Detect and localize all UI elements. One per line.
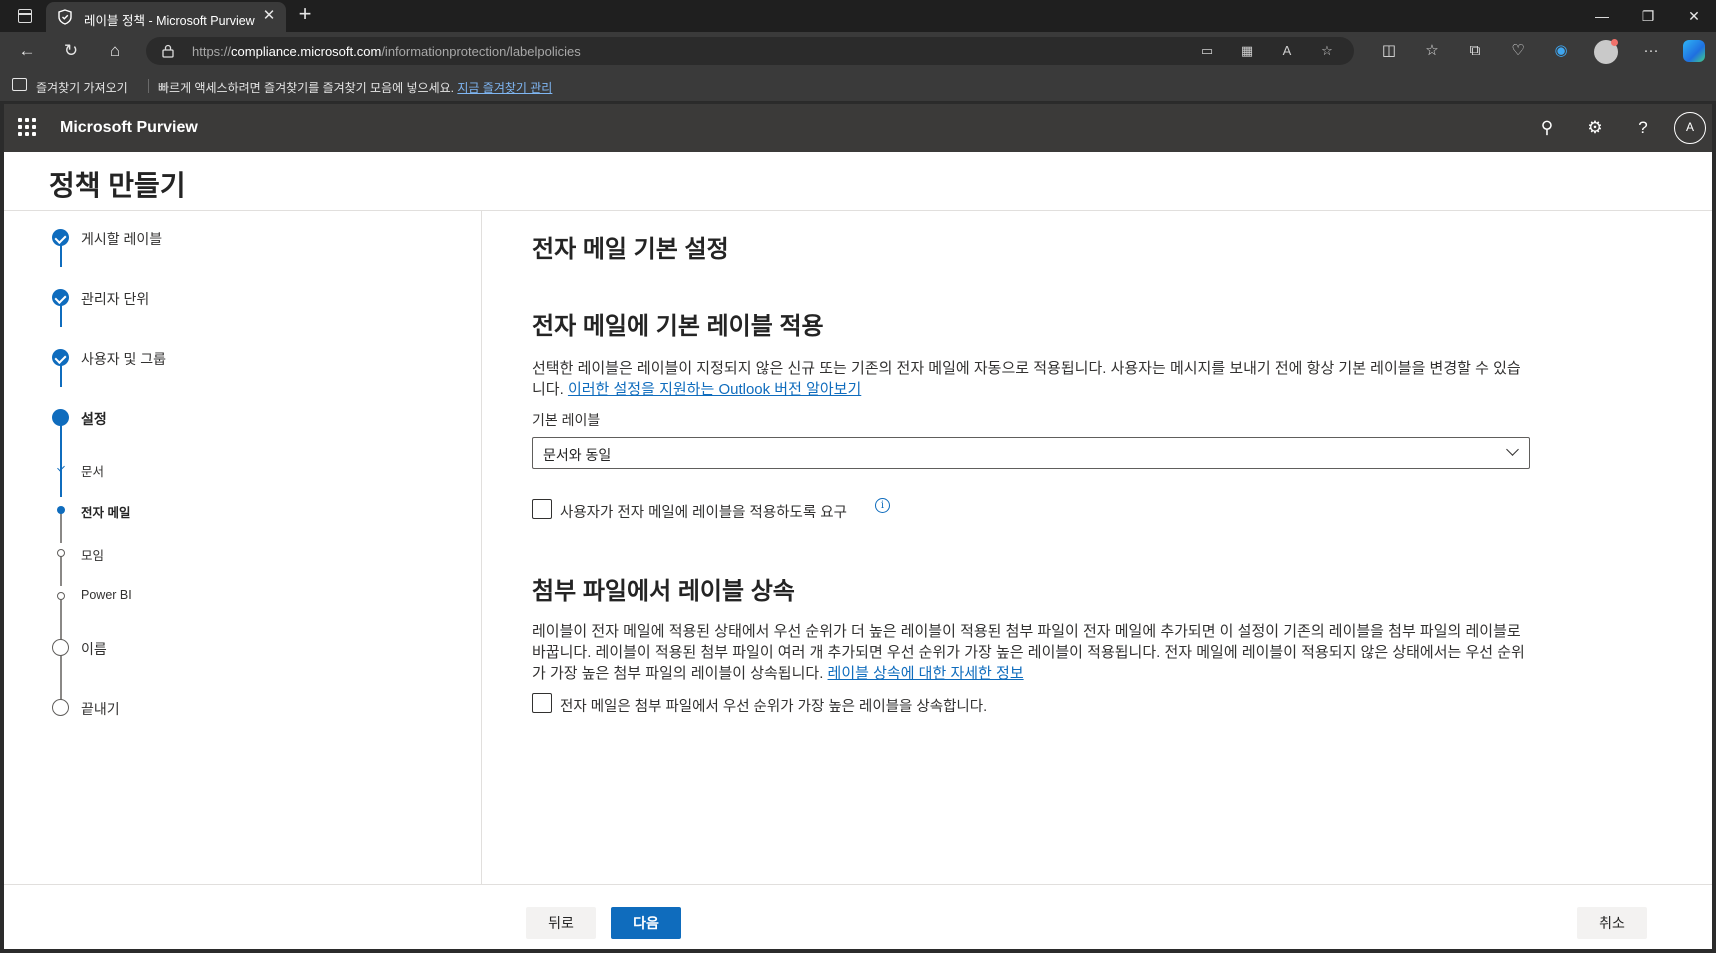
- more-options-icon[interactable]: ···: [1638, 39, 1664, 63]
- substep-current-dot: [57, 506, 65, 514]
- close-window-icon[interactable]: ✕: [1674, 4, 1714, 28]
- brand-title: Microsoft Purview: [60, 119, 198, 136]
- tab-title: 레이블 정책 - Microsoft Purview: [84, 14, 255, 28]
- substep-meetings[interactable]: 모임: [81, 545, 104, 564]
- default-label-dropdown[interactable]: 문서와 동일: [532, 437, 1530, 469]
- user-avatar[interactable]: A: [1674, 112, 1706, 144]
- step-users-groups[interactable]: 사용자 및 그룹: [81, 349, 166, 369]
- next-button[interactable]: 다음: [611, 907, 681, 939]
- default-label-description: 선택한 레이블은 레이블이 지정되지 않은 신규 또는 기존의 전자 메일에 자…: [532, 360, 1521, 398]
- inherit-label-heading: 첨부 파일에서 레이블 상속: [532, 578, 795, 605]
- substep-power-bi[interactable]: Power BI: [81, 588, 132, 602]
- browser-tab-bar: 레이블 정책 - Microsoft Purview ✕ + — ❐ ✕: [0, 0, 1716, 32]
- import-favorites-icon: [12, 78, 27, 91]
- restore-icon[interactable]: ❐: [1628, 4, 1668, 28]
- step-connector: [60, 556, 62, 586]
- step-3-done-icon: [52, 349, 69, 366]
- step-settings[interactable]: 설정: [81, 409, 107, 429]
- tab-actions-icon[interactable]: [10, 6, 40, 26]
- require-label-checkbox[interactable]: [532, 499, 552, 519]
- settings-gear-icon[interactable]: ⚙: [1582, 116, 1608, 140]
- import-favorites-button[interactable]: 즐겨찾기 가져오기: [36, 79, 128, 96]
- step-5-pending-icon: [52, 639, 69, 656]
- wizard-footer: 뒤로 다음 취소: [4, 884, 1712, 949]
- app-launcher-icon[interactable]: [18, 118, 38, 138]
- inherit-label-checkbox[interactable]: [532, 693, 552, 713]
- community-icon[interactable]: ⚲: [1534, 116, 1560, 140]
- browser-essentials-icon[interactable]: ♡: [1505, 39, 1531, 63]
- info-icon[interactable]: i: [875, 498, 890, 513]
- step-connector: [60, 599, 62, 641]
- inherit-label-description: 레이블이 전자 메일에 적용된 상태에서 우선 순위가 더 높은 레이블이 적용…: [532, 623, 1525, 682]
- step-finish[interactable]: 끝내기: [81, 699, 120, 719]
- suite-header: Microsoft Purview ⚲ ⚙ ? A: [4, 104, 1712, 152]
- edge-extension-icon[interactable]: ◉: [1548, 39, 1574, 63]
- chevron-down-icon: [1506, 443, 1519, 456]
- step-name[interactable]: 이름: [81, 639, 107, 659]
- qr-code-icon[interactable]: ▦: [1236, 41, 1258, 61]
- substep-documents[interactable]: 문서: [81, 461, 104, 480]
- outlook-versions-link[interactable]: 이러한 설정을 지원하는 Outlook 버전 알아보기: [568, 381, 861, 398]
- new-tab-icon[interactable]: +: [294, 3, 316, 26]
- step-admin-units[interactable]: 관리자 단위: [81, 289, 149, 309]
- step-4-current-icon: [52, 409, 69, 426]
- step-connector: [60, 513, 62, 543]
- step-6-pending-icon: [52, 699, 69, 716]
- step-publish-labels[interactable]: 게시할 레이블: [81, 229, 162, 249]
- step-1-done-icon: [52, 229, 69, 246]
- substep-pending-dot: [57, 592, 65, 600]
- back-arrow-icon[interactable]: ←: [14, 39, 40, 63]
- default-label-heading: 전자 메일에 기본 레이블 적용: [532, 313, 824, 340]
- collections-icon[interactable]: ⧉: [1462, 39, 1488, 63]
- label-inheritance-link[interactable]: 레이블 상속에 대한 자세한 정보: [828, 665, 1024, 682]
- purview-app: Microsoft Purview ⚲ ⚙ ? A 정책 만들기 게시할 레이블…: [4, 104, 1712, 949]
- profile-notification-dot: [1611, 39, 1618, 46]
- url-field[interactable]: https://compliance.microsoft.com/informa…: [146, 37, 1354, 65]
- address-bar-row: ← ↻ ⌂ https://compliance.microsoft.com/i…: [0, 32, 1716, 70]
- favorites-hint: 빠르게 액세스하려면 즐겨찾기를 즐겨찾기 모음에 넣으세요. 지금 즐겨찾기 …: [158, 81, 553, 95]
- purview-shield-icon: [58, 9, 72, 25]
- email-settings-heading: 전자 메일 기본 설정: [532, 236, 729, 263]
- lock-icon: [162, 44, 174, 58]
- back-button[interactable]: 뒤로: [526, 907, 596, 939]
- copilot-icon[interactable]: [1683, 40, 1705, 62]
- require-label-checkbox-label[interactable]: 사용자가 전자 메일에 레이블을 적용하도록 요구: [560, 501, 847, 522]
- inherit-label-checkbox-label[interactable]: 전자 메일은 첨부 파일에서 우선 순위가 가장 높은 레이블을 상속합니다.: [560, 695, 987, 716]
- home-icon[interactable]: ⌂: [102, 39, 128, 63]
- substep-email[interactable]: 전자 메일: [81, 502, 130, 521]
- app-available-icon[interactable]: ▭: [1196, 41, 1218, 61]
- step-2-done-icon: [52, 289, 69, 306]
- dropdown-selected-value: 문서와 동일: [543, 447, 612, 463]
- manage-favorites-link[interactable]: 지금 즐겨찾기 관리: [457, 81, 552, 95]
- favorites-divider: [148, 79, 149, 93]
- split-screen-icon[interactable]: ◫: [1376, 39, 1402, 63]
- wizard-stepper: 게시할 레이블 관리자 단위 사용자 및 그룹 설정 문서 전자 메일 모임 P…: [4, 211, 482, 949]
- step-connector: [60, 655, 62, 701]
- favorites-icon[interactable]: ☆: [1419, 39, 1445, 63]
- cancel-button[interactable]: 취소: [1577, 907, 1647, 939]
- close-tab-icon[interactable]: ✕: [260, 7, 278, 25]
- favorites-bar: 즐겨찾기 가져오기 빠르게 액세스하려면 즐겨찾기를 즐겨찾기 모음에 넣으세요…: [0, 70, 1716, 102]
- page-title: 정책 만들기: [49, 170, 186, 201]
- url-text: https://compliance.microsoft.com/informa…: [192, 44, 581, 59]
- browser-tab[interactable]: 레이블 정책 - Microsoft Purview ✕: [46, 2, 286, 32]
- substep-pending-dot: [57, 549, 65, 557]
- favorite-star-icon[interactable]: ☆: [1316, 41, 1338, 61]
- refresh-icon[interactable]: ↻: [58, 39, 84, 63]
- default-label-field-label: 기본 레이블: [532, 412, 601, 428]
- help-icon[interactable]: ?: [1630, 116, 1656, 140]
- substep-done-check-icon: [57, 465, 65, 473]
- minimize-icon[interactable]: —: [1582, 4, 1622, 28]
- read-aloud-icon[interactable]: A: [1276, 41, 1298, 61]
